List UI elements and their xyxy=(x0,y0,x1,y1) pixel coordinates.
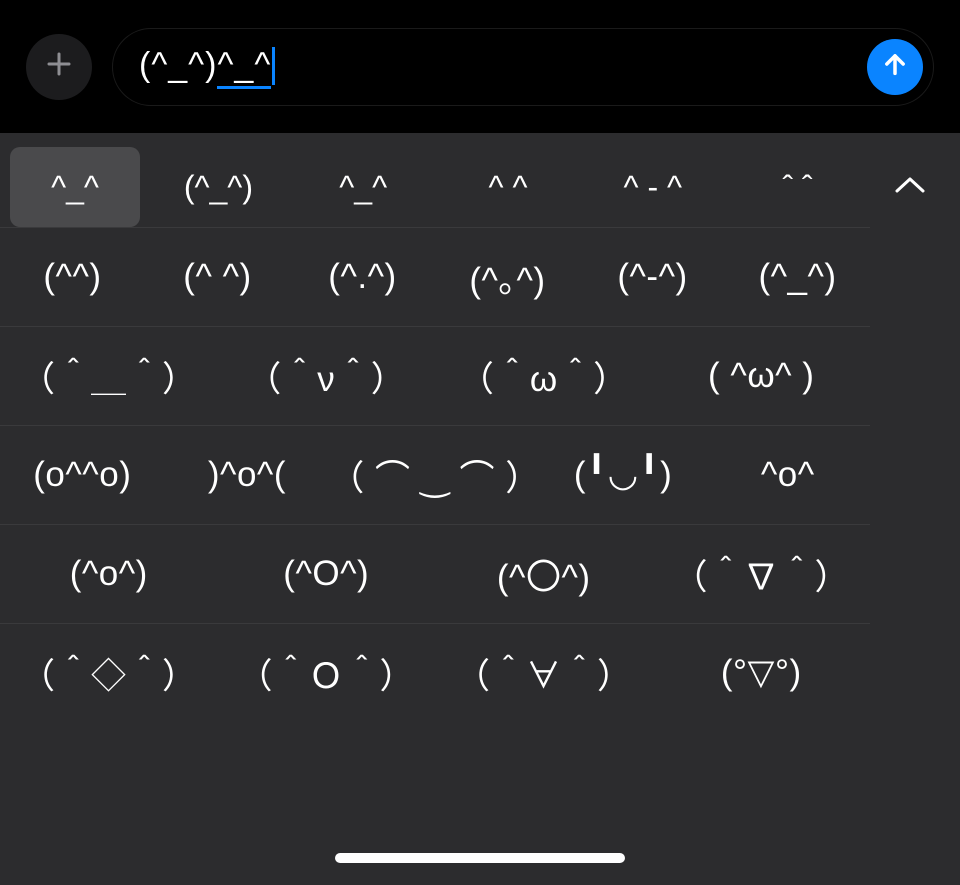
compose-bar: (^_^)^_^ xyxy=(0,0,960,133)
candidate-grid: (^^) (^ ^) (^.^) (^｡^) (^-^) (^_^) （＾＿＾）… xyxy=(0,227,870,722)
chevron-up-icon xyxy=(894,175,926,200)
candidate-row: (o^^o) )^o^( （ ⌒ ‿ ⌒ ） (╹◡╹) ^o^ xyxy=(0,425,870,524)
keyboard-panel: ^_^ (^_^) ^_^ ^ ^ ^ - ^ ˆ ˆ (^^) (^ ^) (… xyxy=(0,133,960,885)
candidate-item[interactable]: (^｡^) xyxy=(435,252,580,303)
message-input[interactable]: (^_^)^_^ xyxy=(112,28,934,106)
candidate-row: （＾＿＾） （＾ν＾） （＾ω＾） ( ^ω^ ) xyxy=(0,326,870,425)
home-indicator[interactable] xyxy=(335,853,625,863)
candidate-item[interactable]: (^〇^) xyxy=(435,549,653,600)
suggestion-row: ^_^ (^_^) ^_^ ^ ^ ^ - ^ ˆ ˆ xyxy=(0,147,960,227)
candidate-row: (^o^) (^O^) (^〇^) （＾∇＾） xyxy=(0,524,870,623)
keyboard-bottom-row xyxy=(0,725,960,885)
suggestion-item[interactable]: (^_^) xyxy=(146,147,291,227)
candidate-item[interactable]: (^ ^) xyxy=(145,257,290,297)
input-committed-text: (^_^) xyxy=(139,46,217,84)
dictation-button[interactable] xyxy=(838,765,900,835)
candidate-item[interactable]: (^o^) xyxy=(0,554,218,594)
suggestion-item-highlighted[interactable]: ^_^ xyxy=(10,147,140,227)
suggestion-item[interactable]: ^ - ^ xyxy=(580,147,725,227)
candidate-item[interactable]: （ ⌒ ‿ ⌒ ） xyxy=(329,450,541,501)
text-caret xyxy=(272,47,275,85)
suggestion-item[interactable]: ^_^ xyxy=(291,147,436,227)
candidate-item[interactable]: )^o^( xyxy=(165,455,330,495)
suggestion-item[interactable]: ˆ ˆ xyxy=(725,147,870,227)
candidate-item[interactable]: ( ^ω^ ) xyxy=(653,356,871,396)
candidate-item[interactable]: (°▽°) xyxy=(653,653,871,693)
add-button[interactable] xyxy=(26,34,92,100)
input-composing-text: ^_^ xyxy=(217,46,271,89)
candidate-item[interactable]: （＾＿＾） xyxy=(0,351,218,402)
candidate-item[interactable]: (^.^) xyxy=(290,257,435,297)
candidate-item[interactable]: （＾ω＾） xyxy=(435,351,653,402)
candidate-item[interactable]: （＾ν＾） xyxy=(218,351,436,402)
candidate-item[interactable]: (^^) xyxy=(0,257,145,297)
input-text: (^_^)^_^ xyxy=(139,46,275,87)
candidate-row: （＾◇＾） （＾Ｏ＾） （＾∀＾） (°▽°) xyxy=(0,623,870,722)
candidate-row: (^^) (^ ^) (^.^) (^｡^) (^-^) (^_^) xyxy=(0,227,870,326)
candidate-item[interactable]: (^-^) xyxy=(580,257,725,297)
candidate-item[interactable]: （＾◇＾） xyxy=(0,648,218,699)
candidate-item[interactable]: （＾∀＾） xyxy=(435,648,653,699)
candidate-item[interactable]: （＾Ｏ＾） xyxy=(218,648,436,699)
candidate-item[interactable]: ^o^ xyxy=(705,455,870,495)
candidate-item[interactable]: (╹◡╹) xyxy=(541,455,706,495)
plus-icon xyxy=(44,49,74,84)
candidate-item[interactable]: (^_^) xyxy=(725,257,870,297)
candidate-item[interactable]: (o^^o) xyxy=(0,455,165,495)
candidate-item[interactable]: (^O^) xyxy=(218,554,436,594)
candidate-item[interactable]: （＾∇＾） xyxy=(653,549,871,600)
suggestion-item[interactable]: ^ ^ xyxy=(436,147,581,227)
arrow-up-icon xyxy=(881,50,909,83)
collapse-candidates-button[interactable] xyxy=(870,147,950,227)
send-button[interactable] xyxy=(867,39,923,95)
globe-button[interactable] xyxy=(60,771,122,833)
